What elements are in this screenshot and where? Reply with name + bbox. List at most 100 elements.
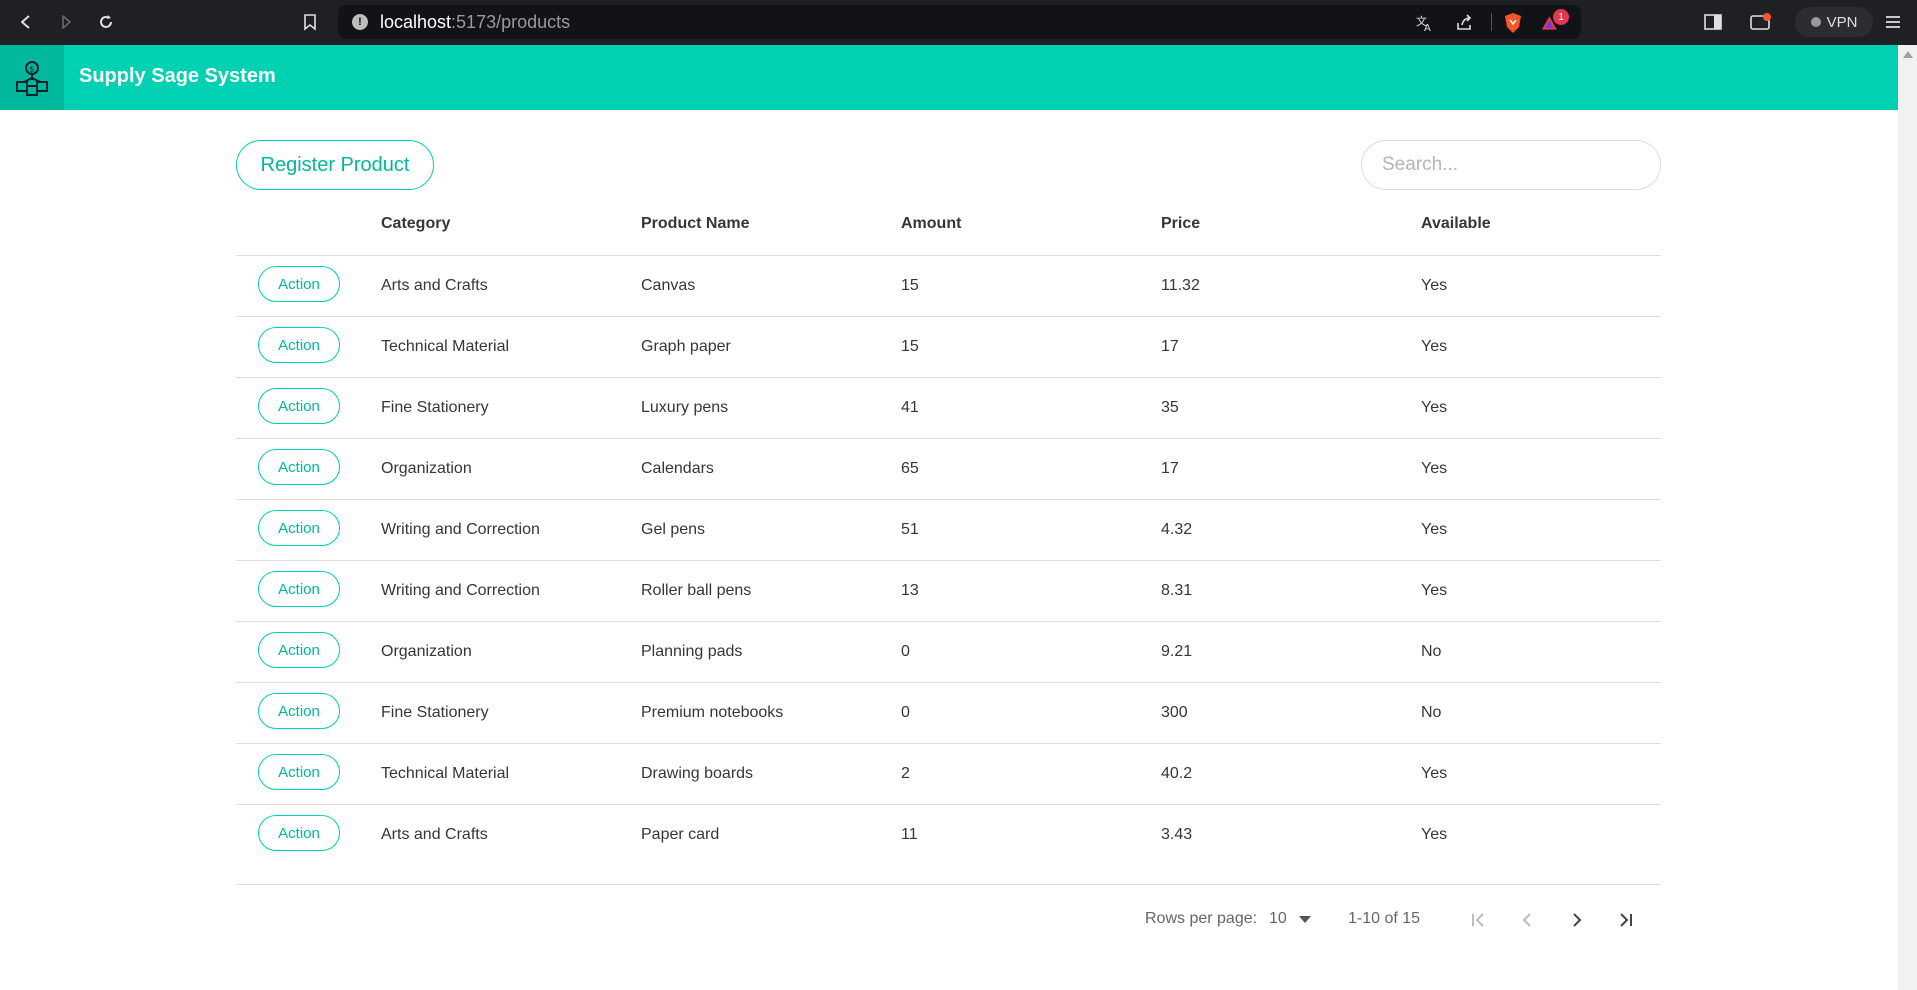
cell-product-name: Premium notebooks bbox=[641, 704, 784, 721]
cell-available: Yes bbox=[1421, 460, 1448, 477]
pagination-range: 1-10 of 15 bbox=[1348, 910, 1421, 927]
action-button[interactable]: Action bbox=[258, 754, 340, 790]
cell-price: 17 bbox=[1161, 338, 1179, 355]
cell-product-name: Drawing boards bbox=[641, 765, 754, 782]
page-scrollbar[interactable] bbox=[1898, 45, 1917, 990]
table-row: Action Technical Material Drawing boards 2 4… bbox=[236, 744, 1661, 805]
cell-available: Yes bbox=[1421, 399, 1448, 416]
url-divider bbox=[1491, 13, 1492, 31]
vpn-label: VPN bbox=[1826, 13, 1858, 31]
action-button[interactable]: Action bbox=[258, 632, 340, 668]
supply-logo-icon: $ bbox=[16, 60, 48, 96]
header-category[interactable]: Category bbox=[381, 215, 450, 233]
app-logo[interactable]: $ bbox=[0, 45, 64, 110]
svg-text:A: A bbox=[1424, 23, 1431, 33]
cell-price: 35 bbox=[1161, 399, 1179, 416]
forward-icon[interactable] bbox=[54, 10, 78, 34]
cell-amount: 15 bbox=[901, 338, 919, 355]
table-row: Action Writing and Correction Gel pens 51 4.… bbox=[236, 500, 1661, 561]
first-page-icon[interactable] bbox=[1466, 908, 1490, 932]
cell-category: Writing and Correction bbox=[381, 582, 540, 599]
register-product-button[interactable]: Register Product bbox=[236, 140, 434, 190]
vpn-button[interactable]: VPN bbox=[1795, 7, 1873, 37]
action-button[interactable]: Action bbox=[258, 266, 340, 302]
last-page-icon[interactable] bbox=[1614, 908, 1638, 932]
action-button[interactable]: Action bbox=[258, 449, 340, 485]
table-body: Action Arts and Crafts Canvas 15 11.32 Yes Act… bbox=[236, 256, 1661, 865]
cell-price: 40.2 bbox=[1161, 765, 1193, 782]
cell-price: 8.31 bbox=[1161, 582, 1193, 599]
cell-category: Technical Material bbox=[381, 765, 510, 782]
menu-icon[interactable] bbox=[1881, 10, 1905, 34]
chevron-down-icon bbox=[1298, 915, 1311, 923]
table-row: Action Arts and Crafts Paper card 11 3.43 Yes bbox=[236, 805, 1661, 865]
cell-category: Fine Stationery bbox=[381, 704, 489, 721]
wallet-icon[interactable] bbox=[1749, 10, 1773, 34]
cell-product-name: Paper card bbox=[641, 826, 720, 843]
back-icon[interactable] bbox=[14, 10, 38, 34]
cell-category: Organization bbox=[381, 643, 472, 660]
table-row: Action Technical Material Graph paper 15 17 Y… bbox=[236, 317, 1661, 378]
cell-category: Fine Stationery bbox=[381, 399, 489, 416]
cell-category: Organization bbox=[381, 460, 472, 477]
cell-product-name: Luxury pens bbox=[641, 399, 729, 416]
action-button[interactable]: Action bbox=[258, 388, 340, 424]
notification-badge: 1 bbox=[1553, 9, 1569, 25]
cell-product-name: Calendars bbox=[641, 460, 714, 477]
products-table: Category Product Name Amount Price Avail… bbox=[236, 200, 1661, 865]
cell-price: 11.32 bbox=[1161, 277, 1200, 294]
share-icon[interactable] bbox=[1454, 13, 1474, 33]
reload-icon[interactable] bbox=[94, 10, 118, 34]
table-row: Action Fine Stationery Premium notebooks 0 3… bbox=[236, 683, 1661, 744]
cell-price: 4.32 bbox=[1161, 521, 1193, 538]
search-input[interactable] bbox=[1361, 140, 1661, 190]
cell-product-name: Roller ball pens bbox=[641, 582, 752, 599]
cell-amount: 0 bbox=[901, 643, 910, 660]
table-row: Action Organization Planning pads 0 9.21 No bbox=[236, 622, 1661, 683]
header-amount[interactable]: Amount bbox=[901, 215, 961, 233]
rows-per-page-value: 10 bbox=[1269, 910, 1287, 927]
table-header: Category Product Name Amount Price Avail… bbox=[236, 200, 1661, 256]
header-product-name[interactable]: Product Name bbox=[641, 215, 749, 233]
rows-per-page-label: Rows per page: bbox=[1145, 910, 1257, 928]
cell-price: 3.43 bbox=[1161, 826, 1193, 843]
cell-category: Arts and Crafts bbox=[381, 277, 488, 294]
vpn-status-icon bbox=[1810, 17, 1821, 27]
action-button[interactable]: Action bbox=[258, 693, 340, 729]
browser-toolbar: ! localhost:5173/products 文A 1 VPN bbox=[0, 0, 1917, 45]
action-button[interactable]: Action bbox=[258, 510, 340, 546]
cell-available: Yes bbox=[1421, 826, 1448, 843]
site-info-icon[interactable]: ! bbox=[352, 14, 368, 30]
svg-text:$: $ bbox=[29, 65, 35, 75]
cell-price: 300 bbox=[1161, 704, 1188, 721]
url-text[interactable]: localhost:5173/products bbox=[380, 12, 570, 33]
address-bar[interactable]: ! localhost:5173/products 文A 1 bbox=[338, 5, 1581, 39]
table-row: Action Writing and Correction Roller ball … bbox=[236, 561, 1661, 622]
cell-amount: 11 bbox=[901, 826, 918, 843]
cell-category: Technical Material bbox=[381, 338, 510, 355]
sidebar-toggle-icon[interactable] bbox=[1701, 10, 1725, 34]
next-page-icon[interactable] bbox=[1565, 908, 1589, 932]
cell-price: 9.21 bbox=[1161, 643, 1193, 660]
action-button[interactable]: Action bbox=[258, 571, 340, 607]
previous-page-icon[interactable] bbox=[1515, 908, 1539, 932]
translate-icon[interactable]: 文A bbox=[1415, 13, 1435, 33]
cell-available: Yes bbox=[1421, 277, 1448, 294]
cell-product-name: Gel pens bbox=[641, 521, 706, 538]
scroll-up-icon[interactable] bbox=[1903, 51, 1913, 58]
action-button[interactable]: Action bbox=[258, 815, 340, 851]
cell-available: No bbox=[1421, 704, 1442, 721]
cell-amount: 41 bbox=[901, 399, 919, 416]
cell-price: 17 bbox=[1161, 460, 1179, 477]
app-header: $ Supply Sage System bbox=[0, 45, 1898, 110]
rows-per-page-select[interactable]: 10 bbox=[1269, 910, 1311, 928]
table-footer-divider bbox=[236, 884, 1661, 885]
header-available[interactable]: Available bbox=[1421, 215, 1491, 233]
url-path: :5173/products bbox=[451, 12, 571, 32]
bookmark-icon[interactable] bbox=[298, 10, 322, 34]
action-button[interactable]: Action bbox=[258, 327, 340, 363]
cell-product-name: Graph paper bbox=[641, 338, 731, 355]
brave-shield-icon[interactable] bbox=[1503, 13, 1523, 33]
cell-amount: 51 bbox=[901, 521, 919, 538]
header-price[interactable]: Price bbox=[1161, 215, 1200, 233]
